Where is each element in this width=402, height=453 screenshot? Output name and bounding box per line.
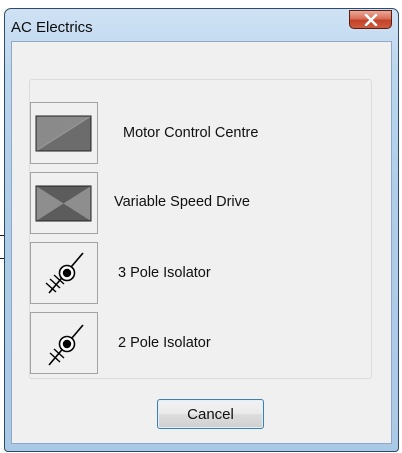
motor-control-centre-button[interactable] <box>30 102 98 164</box>
title-bar[interactable]: AC Electrics <box>5 9 398 41</box>
option-2-pole-isolator[interactable]: 2 Pole Isolator <box>30 312 330 374</box>
2-pole-isolator-icon <box>48 324 84 366</box>
dialog-window: AC Electrics Motor Control Centre Variab… <box>4 8 399 452</box>
variable-speed-drive-label: Variable Speed Drive <box>114 194 250 210</box>
motor-control-centre-icon <box>35 115 92 152</box>
variable-speed-drive-icon <box>35 185 92 222</box>
option-motor-control-centre[interactable]: Motor Control Centre <box>30 102 330 164</box>
3-pole-isolator-label: 3 Pole Isolator <box>118 265 211 281</box>
close-icon <box>364 13 377 26</box>
option-variable-speed-drive[interactable]: Variable Speed Drive <box>30 172 330 234</box>
dialog-client-area: Motor Control Centre Variable Speed Driv… <box>11 41 392 444</box>
3-pole-isolator-button[interactable] <box>30 242 98 304</box>
2-pole-isolator-label: 2 Pole Isolator <box>118 335 211 351</box>
cancel-button[interactable]: Cancel <box>157 399 264 429</box>
variable-speed-drive-button[interactable] <box>30 172 98 234</box>
option-3-pole-isolator[interactable]: 3 Pole Isolator <box>30 242 330 304</box>
close-button[interactable] <box>349 10 392 29</box>
motor-control-centre-label: Motor Control Centre <box>123 125 259 141</box>
options-group: Motor Control Centre Variable Speed Driv… <box>29 79 372 379</box>
2-pole-isolator-button[interactable] <box>30 312 98 374</box>
window-title: AC Electrics <box>11 19 93 36</box>
3-pole-isolator-icon <box>45 252 84 294</box>
